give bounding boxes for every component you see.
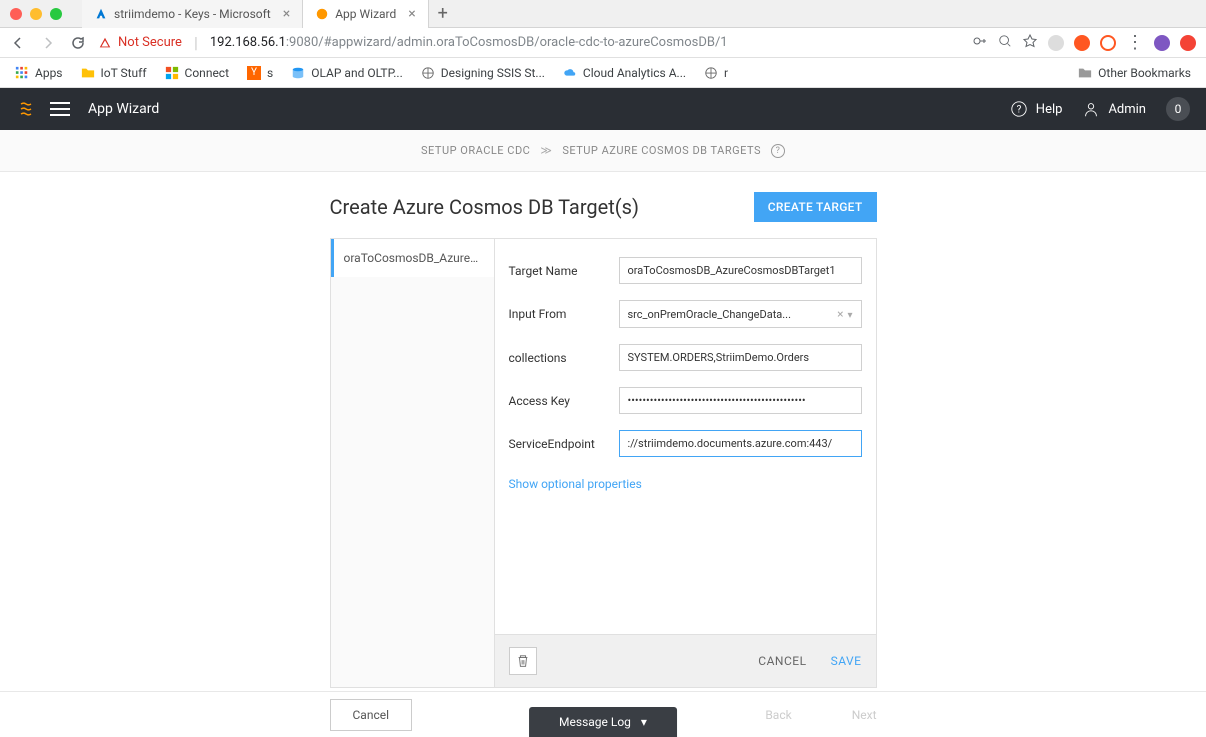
targets-sidebar: oraToCosmosDB_AzureCosmosDBTarg xyxy=(331,239,495,687)
trash-icon xyxy=(516,654,530,668)
bookmark-item[interactable]: Designing SSIS St... xyxy=(421,66,545,80)
help-button[interactable]: ? Help xyxy=(1010,100,1063,118)
apps-button[interactable]: Apps xyxy=(15,66,63,80)
cancel-button[interactable]: CANCEL xyxy=(758,654,806,668)
browser-tab-bar: striimdemo - Keys - Microsoft × App Wiza… xyxy=(0,0,1206,28)
access-key-label: Access Key xyxy=(509,394,619,408)
star-icon[interactable] xyxy=(1022,33,1038,53)
close-tab-icon[interactable]: × xyxy=(408,6,415,22)
ext-icon-4[interactable] xyxy=(1180,35,1196,51)
tab-title: striimdemo - Keys - Microsoft xyxy=(114,7,271,21)
sidebar-target-item[interactable]: oraToCosmosDB_AzureCosmosDBTarg xyxy=(331,239,494,277)
tab-title: App Wizard xyxy=(335,7,396,21)
breadcrumb-step-2: SETUP AZURE COSMOS DB TARGETS xyxy=(562,144,761,157)
minimize-window-icon[interactable] xyxy=(30,8,42,20)
message-log-toggle[interactable]: Message Log ▾ xyxy=(529,707,677,737)
app-header: App Wizard ? Help Admin 0 xyxy=(0,88,1206,130)
zoom-icon[interactable] xyxy=(998,33,1012,52)
wizard-next-button[interactable]: Next xyxy=(852,708,877,722)
page-title: Create Azure Cosmos DB Target(s) xyxy=(330,195,639,219)
folder-icon xyxy=(81,66,95,80)
service-endpoint-label: ServiceEndpoint xyxy=(509,437,619,451)
svg-text:?: ? xyxy=(1016,105,1021,116)
chevron-right-icon: ≫ xyxy=(540,144,552,157)
forward-icon[interactable] xyxy=(40,35,56,51)
close-tab-icon[interactable]: × xyxy=(283,6,290,22)
back-icon[interactable] xyxy=(10,35,26,51)
y-icon: Y xyxy=(247,66,261,80)
bookmark-item[interactable]: OLAP and OLTP... xyxy=(291,66,403,80)
access-key-input[interactable] xyxy=(619,387,862,414)
ext-icon-1[interactable] xyxy=(1048,35,1064,51)
security-indicator[interactable]: Not Secure xyxy=(98,35,182,50)
new-tab-button[interactable]: + xyxy=(429,3,457,24)
folder-icon xyxy=(1078,66,1092,80)
db-icon xyxy=(291,66,305,80)
app-title: App Wizard xyxy=(88,101,159,117)
key-icon[interactable] xyxy=(972,33,988,53)
striim-logo-icon[interactable] xyxy=(16,99,36,119)
globe-icon xyxy=(704,66,718,80)
maximize-window-icon[interactable] xyxy=(50,8,62,20)
wizard-cancel-button[interactable]: Cancel xyxy=(330,699,413,731)
bookmark-item[interactable]: Y s xyxy=(247,66,273,80)
service-endpoint-input[interactable] xyxy=(619,430,862,457)
clear-icon[interactable]: × xyxy=(837,307,843,321)
reload-icon[interactable] xyxy=(70,35,86,51)
browser-tab-1[interactable]: App Wizard × xyxy=(303,0,429,28)
bookmark-item[interactable]: Cloud Analytics A... xyxy=(563,66,686,80)
menu-icon[interactable]: ⋮ xyxy=(1126,32,1144,53)
other-bookmarks[interactable]: Other Bookmarks xyxy=(1078,66,1191,80)
breadcrumb-step-1[interactable]: SETUP ORACLE CDC xyxy=(421,144,530,157)
chevron-down-icon: ▾ xyxy=(641,715,647,729)
globe-icon xyxy=(421,66,435,80)
url-field[interactable]: 192.168.56.1:9080/#appwizard/admin.oraTo… xyxy=(210,35,960,50)
form-footer: CANCEL SAVE xyxy=(495,634,876,687)
create-target-button[interactable]: CREATE TARGET xyxy=(754,192,877,222)
collections-label: collections xyxy=(509,351,619,365)
show-optional-link[interactable]: Show optional properties xyxy=(509,477,642,491)
ext-icon-2[interactable] xyxy=(1074,35,1090,51)
save-button[interactable]: SAVE xyxy=(831,654,862,668)
cloud-icon xyxy=(563,66,577,80)
bookmark-item[interactable]: r xyxy=(704,66,728,80)
chevron-down-icon: ▾ xyxy=(847,310,852,321)
bookmark-item[interactable]: Connect xyxy=(165,66,229,80)
ext-icon-3[interactable] xyxy=(1100,35,1116,51)
browser-tab-0[interactable]: striimdemo - Keys - Microsoft × xyxy=(82,0,303,28)
bookmarks-bar: Apps IoT Stuff Connect Y s OLAP and OLTP… xyxy=(0,58,1206,88)
input-from-label: Input From xyxy=(509,307,619,321)
help-icon[interactable]: ? xyxy=(771,144,785,158)
ms-icon xyxy=(165,66,179,80)
address-bar: Not Secure | 192.168.56.1:9080/#appwizar… xyxy=(0,28,1206,58)
close-window-icon[interactable] xyxy=(10,8,22,20)
main-content: Create Azure Cosmos DB Target(s) CREATE … xyxy=(0,172,1206,691)
window-controls xyxy=(10,8,62,20)
breadcrumb: SETUP ORACLE CDC ≫ SETUP AZURE COSMOS DB… xyxy=(0,130,1206,172)
notification-badge[interactable]: 0 xyxy=(1166,97,1190,121)
target-form: Target Name Input From src_onPremOracle_… xyxy=(495,239,876,687)
wizard-back-button[interactable]: Back xyxy=(765,708,791,722)
profile-icon[interactable] xyxy=(1154,35,1170,51)
bookmark-folder[interactable]: IoT Stuff xyxy=(81,66,147,80)
input-from-select[interactable]: src_onPremOracle_ChangeData... ×▾ xyxy=(619,300,862,328)
striim-favicon xyxy=(315,7,329,21)
apps-icon xyxy=(15,66,29,80)
security-label: Not Secure xyxy=(118,35,182,50)
azure-favicon xyxy=(94,7,108,21)
wizard-footer: Cancel Back Next Message Log ▾ xyxy=(0,691,1206,737)
menu-icon[interactable] xyxy=(50,102,70,116)
delete-button[interactable] xyxy=(509,647,537,675)
target-name-label: Target Name xyxy=(509,264,619,278)
target-name-input[interactable] xyxy=(619,257,862,284)
admin-button[interactable]: Admin xyxy=(1082,100,1146,118)
collections-input[interactable] xyxy=(619,344,862,371)
